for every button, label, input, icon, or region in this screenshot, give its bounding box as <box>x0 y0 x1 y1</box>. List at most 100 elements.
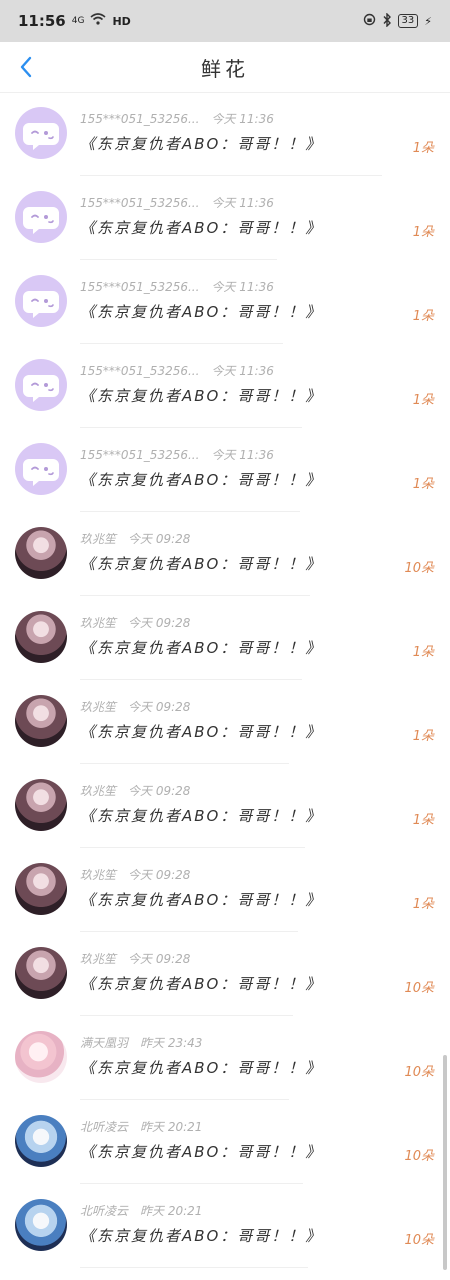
flower-count: 1朵 <box>412 141 434 156</box>
book-title: 《东京复仇者ABO：哥哥！！》 <box>80 1143 323 1161</box>
list-item[interactable]: 北听凌云 昨天 20:21 《东京复仇者ABO：哥哥！！》 10朵 <box>0 1100 450 1184</box>
timestamp: 今天 11:36 <box>211 448 274 462</box>
item-meta: 玖兆笙 今天 09:28 <box>80 614 190 631</box>
flower-count: 10朵 <box>404 1065 434 1080</box>
flower-count: 10朵 <box>404 981 434 996</box>
clock: 11:56 <box>18 12 66 30</box>
avatar[interactable] <box>15 1031 67 1083</box>
scrollbar[interactable] <box>443 1055 447 1270</box>
sender-name[interactable]: 玖兆笙 <box>80 616 116 630</box>
item-meta: 155***051_53256... 今天 11:36 <box>80 278 274 295</box>
list-item[interactable]: 玖兆笙 今天 09:28 《东京复仇者ABO：哥哥！！》 10朵 <box>0 512 450 596</box>
flower-count: 1朵 <box>412 729 434 744</box>
chat-bubble-icon[interactable] <box>15 191 67 243</box>
nav-bar: 鲜花 <box>0 42 450 93</box>
sender-name[interactable]: 玖兆笙 <box>80 952 116 966</box>
chat-bubble-icon[interactable] <box>15 107 67 159</box>
avatar[interactable] <box>15 611 67 663</box>
book-title: 《东京复仇者ABO：哥哥！！》 <box>80 555 323 573</box>
sender-name[interactable]: 玖兆笙 <box>80 532 116 546</box>
item-meta: 满天凰羽 昨天 23:43 <box>80 1034 202 1051</box>
item-meta: 玖兆笙 今天 09:28 <box>80 950 190 967</box>
timestamp: 昨天 20:21 <box>140 1120 203 1134</box>
book-title: 《东京复仇者ABO：哥哥！！》 <box>80 471 323 489</box>
bluetooth-icon <box>382 11 392 30</box>
book-title: 《东京复仇者ABO：哥哥！！》 <box>80 1227 323 1245</box>
avatar[interactable] <box>15 527 67 579</box>
list-item[interactable]: 155***051_53256... 今天 11:36 《东京复仇者ABO：哥哥！！… <box>0 176 450 260</box>
item-meta: 北听凌云 昨天 20:21 <box>80 1202 202 1219</box>
status-left: 11:56 4G HD <box>18 12 131 30</box>
item-meta: 155***051_53256... 今天 11:36 <box>80 362 274 379</box>
avatar[interactable] <box>15 947 67 999</box>
sender-name[interactable]: 155***051_53256... <box>80 196 199 210</box>
back-button[interactable] <box>12 52 40 82</box>
sender-name[interactable]: 北听凌云 <box>80 1120 128 1134</box>
list-item[interactable]: 155***051_53256... 今天 11:36 《东京复仇者ABO：哥哥！！… <box>0 260 450 344</box>
sender-name[interactable]: 玖兆笙 <box>80 868 116 882</box>
list-item[interactable]: 155***051_53256... 今天 11:36 《东京复仇者ABO：哥哥！！… <box>0 92 450 176</box>
chat-bubble-icon[interactable] <box>15 443 67 495</box>
item-meta: 155***051_53256... 今天 11:36 <box>80 446 274 463</box>
flower-list: 155***051_53256... 今天 11:36 《东京复仇者ABO：哥哥！！… <box>0 92 450 1268</box>
list-item[interactable]: 155***051_53256... 今天 11:36 《东京复仇者ABO：哥哥！！… <box>0 344 450 428</box>
flower-count: 10朵 <box>404 1233 434 1248</box>
timestamp: 今天 09:28 <box>128 532 191 546</box>
avatar[interactable] <box>15 779 67 831</box>
chevron-left-icon <box>20 56 32 78</box>
timestamp: 今天 11:36 <box>211 280 274 294</box>
avatar[interactable] <box>15 1199 67 1251</box>
list-item[interactable]: 玖兆笙 今天 09:28 《东京复仇者ABO：哥哥！！》 10朵 <box>0 932 450 1016</box>
sender-name[interactable]: 155***051_53256... <box>80 112 199 126</box>
timestamp: 今天 09:28 <box>128 700 191 714</box>
list-item[interactable]: 北听凌云 昨天 20:21 《东京复仇者ABO：哥哥！！》 10朵 <box>0 1184 450 1268</box>
book-title: 《东京复仇者ABO：哥哥！！》 <box>80 975 323 993</box>
book-title: 《东京复仇者ABO：哥哥！！》 <box>80 303 323 321</box>
item-meta: 155***051_53256... 今天 11:36 <box>80 110 274 127</box>
flower-count: 1朵 <box>412 309 434 324</box>
avatar[interactable] <box>15 1115 67 1167</box>
item-meta: 玖兆笙 今天 09:28 <box>80 866 190 883</box>
flower-count: 10朵 <box>404 1149 434 1164</box>
battery-icon: 33 <box>397 14 419 28</box>
sender-name[interactable]: 玖兆笙 <box>80 784 116 798</box>
charging-icon: ⚡ <box>424 14 432 28</box>
item-meta: 玖兆笙 今天 09:28 <box>80 698 190 715</box>
list-item[interactable]: 155***051_53256... 今天 11:36 《东京复仇者ABO：哥哥！！… <box>0 428 450 512</box>
flower-count: 1朵 <box>412 813 434 828</box>
flower-count: 1朵 <box>412 477 434 492</box>
flower-count: 10朵 <box>404 561 434 576</box>
status-right: 33 ⚡ <box>363 11 432 30</box>
sender-name[interactable]: 满天凰羽 <box>80 1036 128 1050</box>
item-meta: 155***051_53256... 今天 11:36 <box>80 194 274 211</box>
timestamp: 今天 09:28 <box>128 952 191 966</box>
list-item[interactable]: 玖兆笙 今天 09:28 《东京复仇者ABO：哥哥！！》 1朵 <box>0 680 450 764</box>
signal-icon: 4G <box>71 16 85 26</box>
timestamp: 今天 09:28 <box>128 784 191 798</box>
timestamp: 昨天 20:21 <box>140 1204 203 1218</box>
sender-name[interactable]: 北听凌云 <box>80 1204 128 1218</box>
chat-bubble-icon[interactable] <box>15 275 67 327</box>
sender-name[interactable]: 155***051_53256... <box>80 364 199 378</box>
sender-name[interactable]: 155***051_53256... <box>80 448 199 462</box>
list-item[interactable]: 玖兆笙 今天 09:28 《东京复仇者ABO：哥哥！！》 1朵 <box>0 596 450 680</box>
list-item[interactable]: 玖兆笙 今天 09:28 《东京复仇者ABO：哥哥！！》 1朵 <box>0 764 450 848</box>
avatar[interactable] <box>15 863 67 915</box>
flower-count: 1朵 <box>412 225 434 240</box>
sender-name[interactable]: 玖兆笙 <box>80 700 116 714</box>
book-title: 《东京复仇者ABO：哥哥！！》 <box>80 891 323 909</box>
timestamp: 今天 09:28 <box>128 868 191 882</box>
list-item[interactable]: 满天凰羽 昨天 23:43 《东京复仇者ABO：哥哥！！》 10朵 <box>0 1016 450 1100</box>
avatar[interactable] <box>15 695 67 747</box>
page-title: 鲜花 <box>201 56 249 81</box>
sender-name[interactable]: 155***051_53256... <box>80 280 199 294</box>
item-meta: 玖兆笙 今天 09:28 <box>80 530 190 547</box>
timestamp: 今天 11:36 <box>211 364 274 378</box>
timestamp: 今天 09:28 <box>128 616 191 630</box>
item-meta: 玖兆笙 今天 09:28 <box>80 782 190 799</box>
chat-bubble-icon[interactable] <box>15 359 67 411</box>
wifi-icon <box>90 13 106 29</box>
alarm-icon <box>363 13 376 29</box>
list-item[interactable]: 玖兆笙 今天 09:28 《东京复仇者ABO：哥哥！！》 1朵 <box>0 848 450 932</box>
book-title: 《东京复仇者ABO：哥哥！！》 <box>80 219 323 237</box>
